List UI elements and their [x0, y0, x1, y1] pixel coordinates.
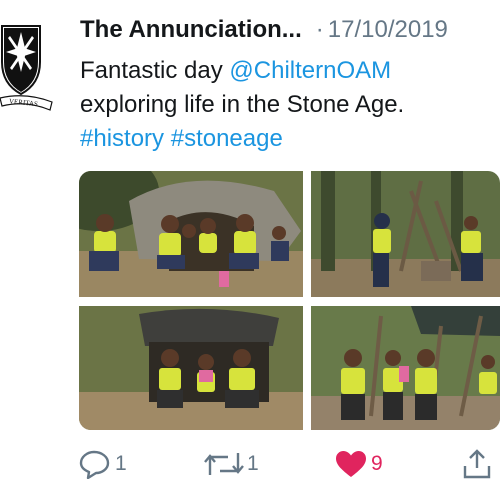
retweet-icon — [204, 453, 244, 475]
share-icon — [463, 449, 491, 479]
hashtag-stoneage-link[interactable]: #stoneage — [171, 125, 283, 152]
text-prefix: Fantastic day — [80, 57, 230, 84]
share-button[interactable] — [462, 446, 492, 482]
tweet-header: The Annunciation... · 17/10/2019 — [80, 16, 500, 48]
photo-2[interactable] — [311, 171, 500, 297]
reply-icon — [79, 450, 110, 479]
photo-4[interactable] — [311, 306, 500, 430]
media-grid — [79, 171, 500, 430]
reply-button[interactable]: 1 — [78, 446, 127, 482]
svg-text:VERITAS: VERITAS — [9, 97, 39, 108]
text-line: exploring life in the Stone Age. — [80, 91, 405, 118]
like-button[interactable]: 9 — [334, 446, 383, 482]
tweet-date[interactable]: 17/10/2019 — [328, 16, 448, 43]
mention-link[interactable]: @ChilternOAM — [229, 57, 391, 84]
author-name[interactable]: The Annunciation... — [80, 16, 302, 43]
photo-1[interactable] — [79, 171, 303, 297]
tweet-actions: 1 1 9 — [78, 446, 498, 482]
hashtag-history-link[interactable]: #history — [80, 125, 164, 152]
photo-3[interactable] — [79, 306, 303, 430]
tweet-text: Fantastic day @ChilternOAM exploring lif… — [80, 54, 495, 156]
reply-count: 1 — [115, 452, 127, 475]
separator: · — [315, 16, 324, 43]
school-crest-icon: VERITAS — [0, 25, 53, 111]
like-count: 9 — [371, 452, 383, 475]
avatar[interactable]: VERITAS — [0, 22, 54, 114]
retweet-button[interactable]: 1 — [204, 446, 259, 482]
heart-icon — [336, 451, 366, 477]
retweet-count: 1 — [247, 452, 259, 475]
